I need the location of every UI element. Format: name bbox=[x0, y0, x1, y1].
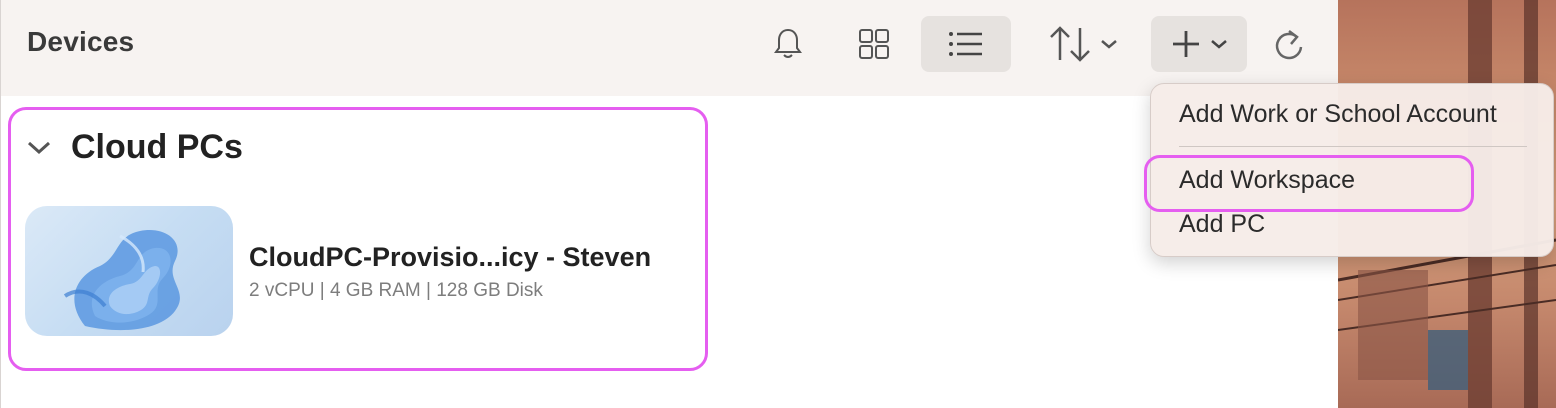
toolbar: Devices bbox=[1, 0, 1339, 96]
grid-view-icon bbox=[859, 29, 889, 59]
page-title: Devices bbox=[27, 26, 135, 57]
add-workspace-highlight bbox=[1144, 155, 1474, 212]
devices-window: Devices Cloud PCs CloudPC-Provisio...icy… bbox=[0, 0, 1339, 408]
sort-icon bbox=[1050, 26, 1090, 62]
notifications-button[interactable] bbox=[767, 22, 809, 66]
group-title: Cloud PCs bbox=[71, 127, 243, 166]
cloud-pcs-group-header[interactable]: Cloud PCs bbox=[25, 125, 243, 169]
pc-specs: 2 vCPU | 4 GB RAM | 128 GB Disk bbox=[249, 280, 543, 301]
grid-view-button[interactable] bbox=[853, 22, 895, 66]
refresh-button[interactable] bbox=[1267, 22, 1311, 68]
pc-name: CloudPC-Provisio...icy - Steven bbox=[249, 242, 652, 272]
refresh-icon bbox=[1275, 30, 1303, 60]
chevron-down-icon bbox=[1211, 40, 1227, 49]
plus-icon bbox=[1173, 31, 1199, 57]
chevron-down-icon[interactable] bbox=[25, 137, 53, 157]
menu-separator bbox=[1179, 146, 1527, 147]
cloud-pc-card[interactable]: CloudPC-Provisio...icy - Steven 2 vCPU |… bbox=[25, 206, 685, 336]
menu-item-add-pc[interactable]: Add PC bbox=[1179, 210, 1265, 239]
sort-button[interactable] bbox=[1039, 22, 1125, 66]
cloud-pc-thumbnail bbox=[25, 206, 233, 336]
list-view-icon bbox=[949, 32, 982, 56]
list-view-button[interactable] bbox=[921, 16, 1011, 72]
bell-icon bbox=[774, 28, 802, 58]
menu-item-add-work-or-school-account[interactable]: Add Work or School Account bbox=[1179, 100, 1497, 129]
chevron-down-icon bbox=[1101, 40, 1117, 49]
add-button[interactable] bbox=[1151, 16, 1247, 72]
